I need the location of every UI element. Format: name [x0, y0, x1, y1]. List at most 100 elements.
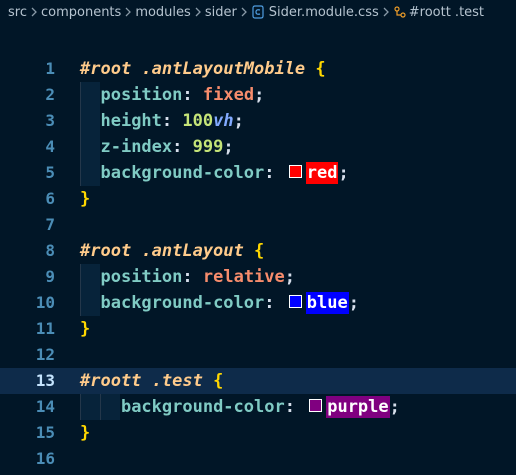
code-content: #roott .test {: [80, 368, 516, 394]
semicolon: ;: [348, 293, 359, 313]
indent-guide-line: [80, 134, 81, 160]
chevron-right-icon: [121, 7, 135, 17]
code-line[interactable]: 9 position: relative;: [0, 264, 516, 290]
css-property: background-color: [100, 293, 265, 313]
color-value-red: red: [305, 162, 339, 184]
code-line[interactable]: 3 height: 100vh;: [0, 108, 516, 134]
css-property: position: [100, 267, 183, 287]
code-line[interactable]: 14 background-color: purple;: [0, 394, 516, 420]
color-swatch-red[interactable]: [288, 165, 302, 178]
code-line[interactable]: 7: [0, 212, 516, 238]
css-property: position: [100, 85, 183, 105]
line-number: 10: [35, 293, 55, 312]
color-value-purple: purple: [326, 396, 390, 418]
color-swatch-blue[interactable]: [288, 295, 302, 308]
close-brace: }: [80, 319, 91, 339]
semicolon: ;: [338, 163, 349, 183]
semicolon: ;: [389, 397, 400, 417]
semicolon: ;: [254, 85, 265, 105]
colon: :: [172, 137, 183, 157]
code-editor[interactable]: 1 #root .antLayoutMobile { 2 position: f…: [0, 56, 516, 472]
css-number: 100: [182, 111, 214, 131]
breadcrumb: src components modules sider Sider.modul…: [0, 0, 516, 24]
close-brace: }: [80, 423, 91, 443]
code-content: background-color: red;: [80, 160, 516, 186]
indent-guide: [80, 160, 100, 186]
code-line[interactable]: 4 z-index: 999;: [0, 134, 516, 160]
code-line[interactable]: 16: [0, 446, 516, 472]
line-number: 16: [35, 449, 55, 468]
indent-guide: [80, 108, 100, 134]
code-line[interactable]: 10 background-color: blue;: [0, 290, 516, 316]
line-number: 12: [35, 345, 55, 364]
line-number: 6: [45, 189, 55, 208]
breadcrumb-item-components[interactable]: components: [41, 5, 121, 20]
indent-guide-line: [80, 108, 81, 134]
chevron-right-icon: [379, 7, 393, 17]
line-number: 15: [35, 423, 55, 442]
line-number: 14: [35, 397, 55, 416]
code-content: z-index: 999;: [80, 134, 516, 160]
line-number: 4: [45, 137, 55, 156]
breadcrumb-item-src[interactable]: src: [8, 5, 27, 20]
indent-guide: [80, 290, 100, 316]
css-value: relative: [202, 267, 285, 287]
css-unit: vh: [213, 111, 234, 131]
code-content: }: [80, 316, 516, 342]
code-line-current[interactable]: 13 #roott .test {: [0, 368, 516, 394]
code-content: }: [80, 186, 516, 212]
indent-guide-line: [80, 160, 81, 186]
chevron-right-icon: [27, 7, 41, 17]
indent-guide-line: [80, 82, 81, 108]
code-content: position: fixed;: [80, 82, 516, 108]
css-selector: #root .antLayout: [80, 241, 244, 261]
semicolon: ;: [284, 267, 296, 287]
code-line[interactable]: 11 }: [0, 316, 516, 342]
code-line[interactable]: 2 position: fixed;: [0, 82, 516, 108]
indent-guide-line: [80, 394, 81, 420]
css-property: height: [100, 111, 162, 131]
code-content: [80, 342, 516, 368]
open-brace: {: [213, 371, 224, 391]
code-content: [80, 212, 516, 238]
colon: :: [264, 163, 275, 183]
colon: :: [182, 85, 193, 105]
code-line[interactable]: 12: [0, 342, 516, 368]
code-content: }: [80, 420, 516, 446]
code-content: position: relative;: [80, 264, 516, 290]
breadcrumb-item-file[interactable]: Sider.module.css: [269, 5, 379, 20]
code-line[interactable]: 5 background-color: red;: [0, 160, 516, 186]
selector-symbol-icon: [393, 5, 407, 19]
line-number: 2: [45, 85, 55, 104]
line-number: 1: [45, 59, 55, 78]
line-number: 8: [45, 241, 55, 260]
code-line[interactable]: 6 }: [0, 186, 516, 212]
code-line[interactable]: 15 }: [0, 420, 516, 446]
indent-guide: [80, 264, 100, 290]
open-brace: {: [254, 241, 265, 261]
close-brace: }: [80, 189, 91, 209]
line-number: 13: [35, 371, 55, 390]
colon: :: [182, 267, 193, 287]
css-selector: #root .antLayoutMobile: [80, 59, 306, 79]
breadcrumb-item-modules[interactable]: modules: [135, 5, 191, 20]
code-content: #root .antLayoutMobile {: [80, 56, 516, 82]
breadcrumb-item-selector[interactable]: #roott .test: [409, 5, 484, 20]
code-content: height: 100vh;: [80, 108, 516, 134]
line-number: 5: [45, 163, 55, 182]
css-selector: #roott .test: [80, 371, 203, 391]
open-brace: {: [315, 59, 326, 79]
code-line[interactable]: 1 #root .antLayoutMobile {: [0, 56, 516, 82]
color-swatch-purple[interactable]: [309, 399, 323, 412]
code-content: background-color: blue;: [80, 290, 516, 316]
colon: :: [161, 111, 173, 131]
css-property: z-index: [100, 137, 173, 157]
css-property: background-color: [100, 163, 265, 183]
code-line[interactable]: 8 #root .antLayout {: [0, 238, 516, 264]
line-number: 11: [35, 319, 55, 338]
breadcrumb-item-sider[interactable]: sider: [205, 5, 237, 20]
indent-guide: [80, 82, 100, 108]
css-value: fixed: [202, 85, 255, 105]
css-property: background-color: [120, 397, 285, 417]
indent-guide-line: [100, 394, 101, 420]
